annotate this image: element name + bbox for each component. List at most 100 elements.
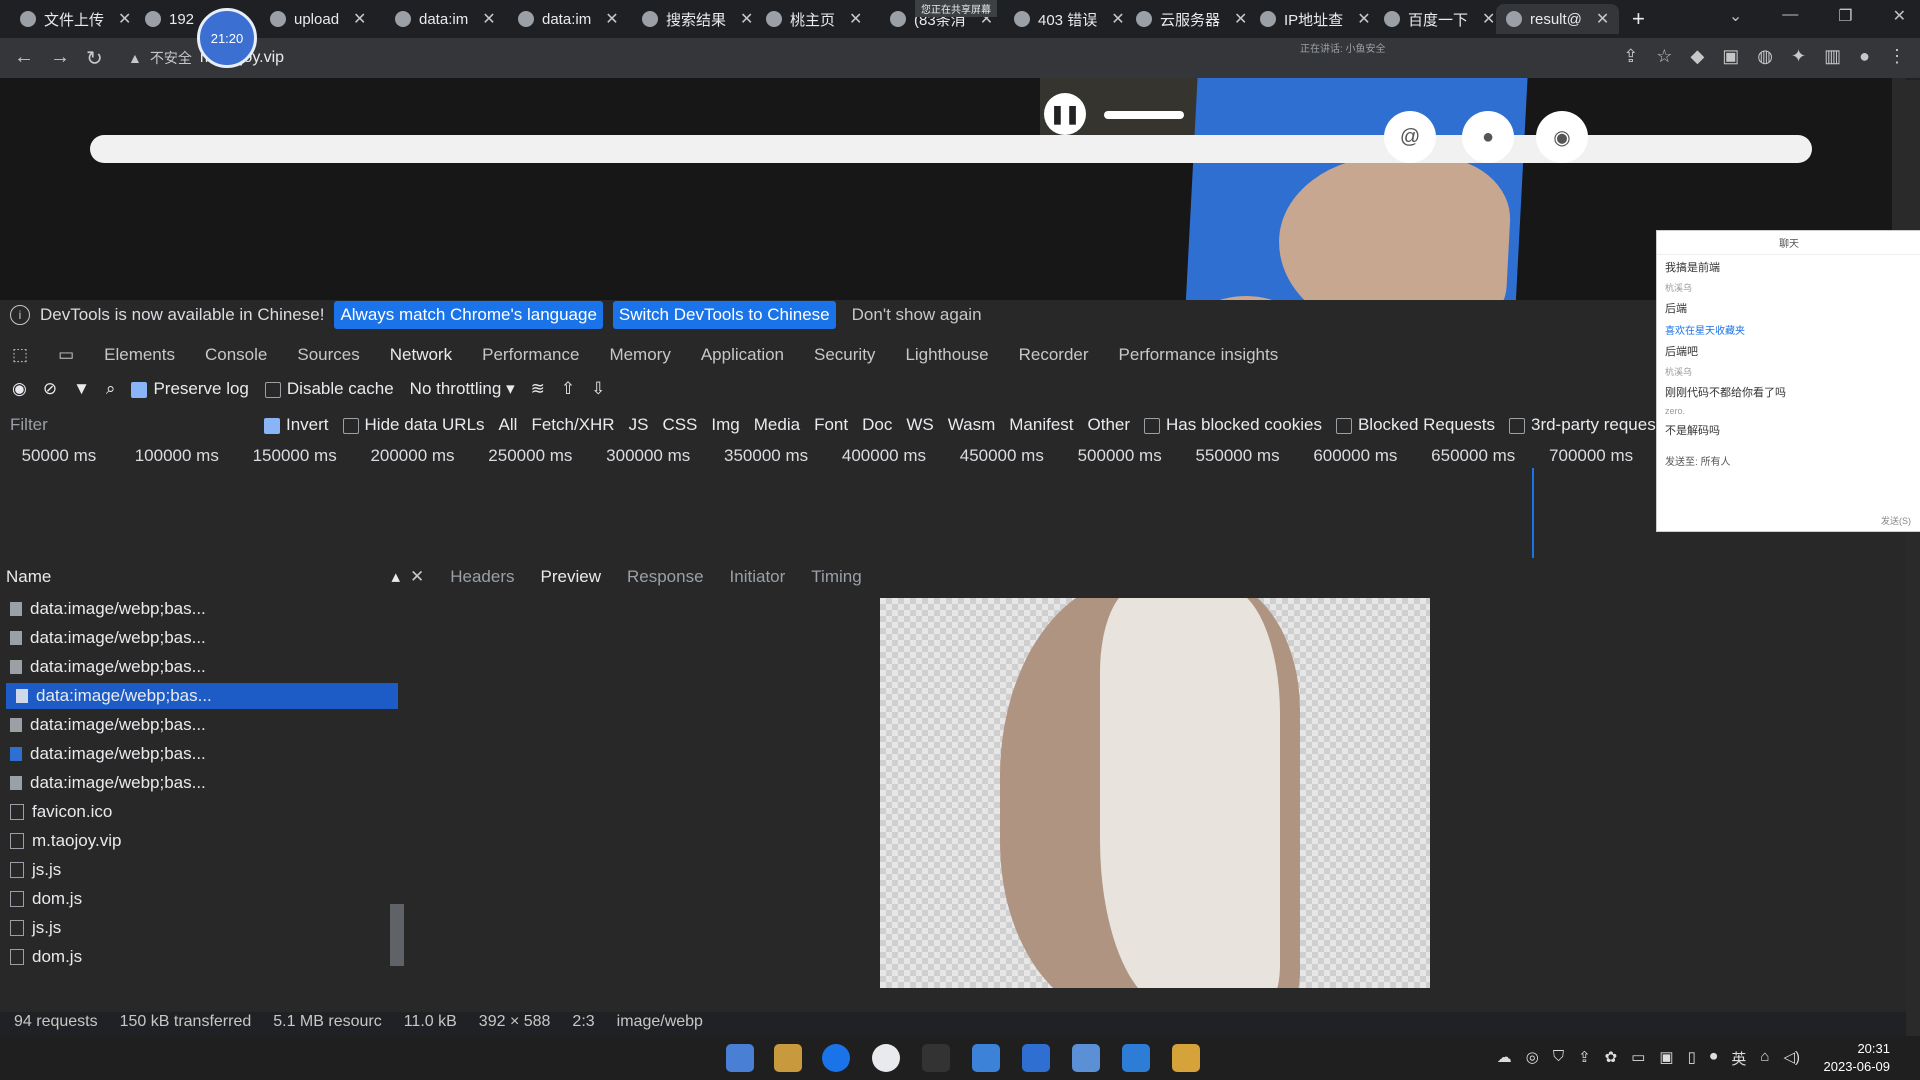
filter-img[interactable]: Img (711, 415, 739, 435)
tray-icon[interactable]: ✿ (1605, 1048, 1618, 1069)
address-bar[interactable]: ▲ 不安全 m.taojoy.vip (128, 44, 1188, 72)
tray-icon[interactable]: ▭ (1631, 1048, 1645, 1069)
menu-icon[interactable]: ⋮ (1888, 46, 1906, 67)
request-row[interactable]: data:image/webp;bas... (0, 596, 398, 622)
request-row[interactable]: m.taojoy.vip (0, 828, 398, 854)
request-row[interactable]: data:image/webp;bas... (0, 625, 398, 651)
close-icon[interactable]: ✕ (482, 9, 495, 29)
close-icon[interactable]: ✕ (605, 9, 618, 29)
meeting-icon[interactable] (1022, 1044, 1050, 1072)
close-icon[interactable]: ✕ (1357, 9, 1370, 29)
app-icon[interactable] (972, 1044, 1000, 1072)
network-icon[interactable]: ⌂ (1760, 1048, 1769, 1069)
filter-css[interactable]: CSS (662, 415, 697, 435)
terminal-icon[interactable] (922, 1044, 950, 1072)
extension-icon[interactable]: ◍ (1757, 46, 1773, 67)
blocked-cookies-checkbox[interactable]: Has blocked cookies (1144, 415, 1322, 435)
send-button[interactable]: 发送(S) (1881, 514, 1911, 527)
request-row[interactable]: dom.js (0, 886, 398, 912)
send-to-selector[interactable]: 发送至: 所有人 (1665, 453, 1731, 468)
tab-lighthouse[interactable]: Lighthouse (905, 345, 988, 365)
close-icon[interactable]: ✕ (1111, 9, 1124, 29)
filter-input[interactable]: Filter (10, 415, 250, 435)
tab-6[interactable]: 搜索结果 ✕ (642, 4, 753, 34)
tray-icon[interactable]: ☁ (1497, 1048, 1512, 1069)
tab-network[interactable]: Network (390, 345, 452, 365)
filter-js[interactable]: JS (629, 415, 649, 435)
tab-5[interactable]: data:im ✕ (518, 4, 619, 34)
battery-icon[interactable]: ▯ (1688, 1048, 1696, 1069)
blocked-requests-checkbox[interactable]: Blocked Requests (1335, 415, 1495, 435)
tab-9[interactable]: 403 错误 ✕ (1014, 4, 1125, 34)
chrome-icon[interactable] (872, 1044, 900, 1072)
tab-7[interactable]: 桃主页 ✕ (766, 4, 862, 34)
tab-application[interactable]: Application (701, 345, 784, 365)
close-icon[interactable]: ✕ (1482, 9, 1495, 29)
request-row[interactable]: data:image/webp;bas... (0, 770, 398, 796)
chevron-down-icon[interactable]: ⌄ (1729, 6, 1742, 26)
dont-show-again-button[interactable]: Don't show again (852, 305, 982, 325)
device-toggle-icon[interactable]: ▭ (58, 345, 74, 365)
reload-icon[interactable]: ↻ (86, 46, 103, 71)
third-party-checkbox[interactable]: 3rd-party requests (1508, 415, 1669, 435)
ime-indicator[interactable]: 英 (1731, 1048, 1746, 1069)
close-icon[interactable]: ✕ (740, 9, 753, 29)
tab-recorder[interactable]: Recorder (1019, 345, 1089, 365)
invert-checkbox[interactable]: Invert (264, 415, 329, 435)
tab-12[interactable]: 百度一下 ✕ (1384, 4, 1495, 34)
disable-cache-checkbox[interactable]: Disable cache (264, 379, 394, 399)
file-explorer-icon[interactable] (774, 1044, 802, 1072)
preserve-log-checkbox[interactable]: Preserve log (131, 379, 249, 399)
close-icon[interactable]: ✕ (410, 567, 424, 587)
close-icon[interactable]: ✕ (353, 9, 366, 29)
tab-security[interactable]: Security (814, 345, 875, 365)
filter-fetch-xhr[interactable]: Fetch/XHR (531, 415, 614, 435)
shield-icon[interactable]: ⛉ (1553, 1048, 1564, 1069)
request-row[interactable]: data:image/webp;bas... (0, 654, 398, 680)
clock[interactable]: 20:31 2023-06-09 (1824, 1040, 1891, 1076)
filter-icon[interactable]: ▼ (73, 379, 90, 399)
tab-initiator[interactable]: Initiator (730, 567, 786, 587)
tab-console[interactable]: Console (205, 345, 267, 365)
vscode-icon[interactable] (1122, 1044, 1150, 1072)
pause-icon[interactable]: ❚❚ (1044, 93, 1086, 135)
tab-3[interactable]: upload ✕ (270, 4, 366, 34)
minimize-icon[interactable]: — (1782, 6, 1798, 26)
start-icon[interactable] (726, 1044, 754, 1072)
extension-icon[interactable]: ◆ (1690, 46, 1704, 67)
app-icon[interactable] (1172, 1044, 1200, 1072)
puzzle-icon[interactable]: ✦ (1791, 46, 1806, 67)
tab-4[interactable]: data:im ✕ (395, 4, 496, 34)
tab-performance-insights[interactable]: Performance insights (1119, 345, 1279, 365)
sidepanel-icon[interactable]: ▥ (1824, 46, 1841, 67)
request-row[interactable]: js.js (0, 915, 398, 941)
name-column-header[interactable]: Name ▴ (0, 562, 410, 592)
network-app-icon[interactable] (1072, 1044, 1100, 1072)
match-language-button[interactable]: Always match Chrome's language (334, 301, 603, 329)
tab-headers[interactable]: Headers (450, 567, 514, 587)
wifi-icon[interactable]: ≋ (531, 379, 545, 399)
hide-data-urls-checkbox[interactable]: Hide data URLs (342, 415, 485, 435)
back-icon[interactable]: ← (14, 46, 34, 69)
filter-doc[interactable]: Doc (862, 415, 892, 435)
filter-all[interactable]: All (499, 415, 518, 435)
tab-elements[interactable]: Elements (104, 345, 175, 365)
request-row[interactable]: favicon.ico (0, 799, 398, 825)
tab-sources[interactable]: Sources (297, 345, 359, 365)
tab-timing[interactable]: Timing (811, 567, 861, 587)
request-row[interactable]: js.js (0, 857, 398, 883)
upload-icon[interactable]: ⇧ (561, 379, 575, 399)
network-overview-timeline[interactable]: 50000 ms 100000 ms 150000 ms 200000 ms 2… (0, 442, 1650, 470)
tray-icon[interactable]: ◎ (1526, 1048, 1539, 1069)
slider-track[interactable] (1104, 111, 1184, 119)
restore-icon[interactable]: ❐ (1838, 6, 1852, 26)
microphone-icon[interactable]: ⏺ (1710, 1048, 1718, 1069)
star-icon[interactable]: ☆ (1656, 46, 1672, 67)
tab-13[interactable]: result@ ✕ (1496, 4, 1620, 34)
download-icon[interactable]: ⇩ (591, 379, 605, 399)
request-row[interactable]: data:image/webp;bas... (0, 741, 398, 767)
filter-other[interactable]: Other (1088, 415, 1131, 435)
tab-10[interactable]: 云服务器 ✕ (1136, 4, 1247, 34)
recording-timer-badge[interactable]: 21:20 (197, 8, 257, 68)
filter-media[interactable]: Media (754, 415, 800, 435)
